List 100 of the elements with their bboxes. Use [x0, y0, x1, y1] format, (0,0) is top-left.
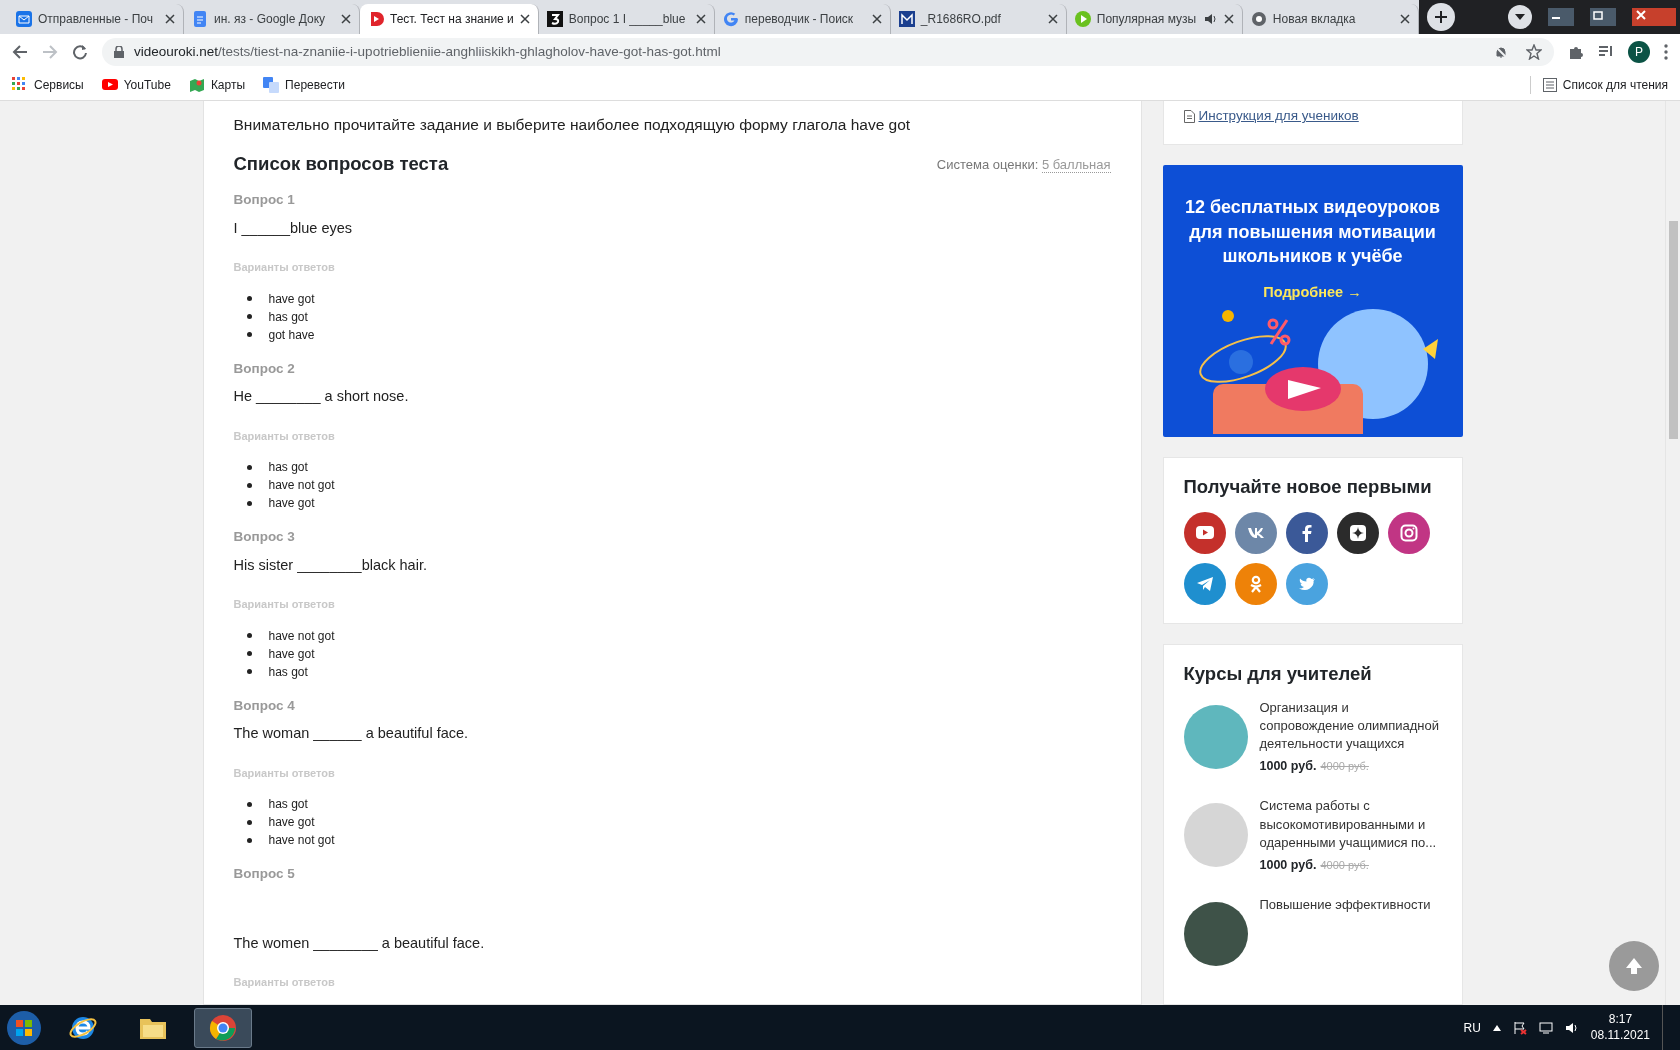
answer-option: has got — [268, 662, 308, 681]
muted-bell-icon[interactable] — [1494, 45, 1508, 59]
envelope-icon — [16, 11, 32, 27]
scrollbar[interactable] — [1665, 101, 1680, 1005]
more-link[interactable]: Подробнее → — [1263, 282, 1362, 304]
question-label: Вопрос 4 — [233, 696, 296, 715]
chrome-icon — [1250, 11, 1267, 27]
play-icon — [368, 11, 384, 27]
back-arrow-icon[interactable] — [12, 44, 28, 60]
speaker-icon[interactable] — [1564, 1020, 1579, 1035]
bullet-icon — [246, 482, 252, 488]
google-g-icon — [722, 11, 739, 27]
question-text: He ________ a short nose. — [233, 387, 410, 407]
close-button[interactable] — [1632, 8, 1676, 26]
social-heading: Получайте новое первыми — [1183, 475, 1433, 498]
paper-plane-icon — [1195, 574, 1214, 593]
browser-tab[interactable]: Тест. Тест на знание и — [360, 4, 539, 34]
restore-button[interactable] — [1590, 8, 1616, 26]
close-icon[interactable] — [519, 14, 530, 24]
promo-banner[interactable]: 12 бесплатных видеоуроков для повышения мотивации школьников к учёбе Подробнее → — [1162, 165, 1463, 437]
map-pin-icon — [188, 77, 205, 93]
question-label: Вопрос 2 — [233, 359, 296, 378]
answer-option: have got — [268, 289, 315, 308]
clock-time[interactable]: 8:17 — [1590, 1011, 1650, 1028]
profile-avatar[interactable]: P — [1628, 41, 1650, 63]
bookmark-link[interactable]: Перевести — [263, 76, 345, 94]
document-icon — [1183, 109, 1195, 123]
section-heading: Список вопросов теста — [233, 153, 449, 176]
reload-icon[interactable] — [72, 44, 88, 60]
close-icon[interactable] — [1399, 14, 1410, 24]
course-link[interactable]: Повышение эффективности — [1259, 896, 1431, 915]
question-label: Вопрос 1 — [233, 191, 296, 210]
reading-list-button[interactable]: Список для чтения — [1529, 76, 1668, 94]
list-icon — [1542, 78, 1557, 92]
tab-search-button[interactable] — [1508, 5, 1532, 29]
scrollbar-thumb[interactable] — [1669, 221, 1678, 439]
monitor-icon[interactable] — [1538, 1020, 1553, 1035]
close-icon[interactable] — [341, 14, 351, 24]
caret-up-icon[interactable] — [1492, 1024, 1501, 1031]
chrome-icon — [208, 1012, 238, 1043]
star-outline-icon[interactable] — [1526, 44, 1542, 60]
close-icon[interactable] — [1047, 14, 1058, 24]
language-indicator[interactable]: RU — [1463, 1018, 1481, 1037]
play-circle-icon — [1074, 11, 1091, 27]
grading-label: Система оценки: — [936, 156, 1040, 172]
close-icon[interactable] — [871, 14, 882, 24]
pdf-document-icon — [898, 11, 915, 27]
sparkle-icon — [1348, 523, 1367, 542]
question-text: His sister ________black hair. — [233, 555, 428, 575]
minimize-button[interactable] — [1548, 8, 1574, 26]
answer-option: have got — [268, 494, 315, 513]
question-text: I ______blue eyes — [233, 218, 353, 238]
question-text: The women ________ a beautiful face. — [233, 933, 486, 953]
question-label: Вопрос 3 — [233, 528, 296, 547]
document-icon — [192, 11, 208, 27]
play-button-icon — [101, 77, 118, 93]
apps-grid-icon — [12, 77, 28, 93]
close-icon[interactable] — [165, 14, 175, 24]
puzzle-piece-icon[interactable] — [1568, 44, 1584, 60]
number-tile-icon — [546, 11, 563, 27]
start-orb-icon[interactable] — [6, 1009, 42, 1046]
scroll-to-top-button[interactable] — [1609, 941, 1659, 991]
bullet-icon — [246, 332, 252, 338]
course-link[interactable]: Организация и сопровождение олимпиадной деятельности учащихся — [1259, 698, 1442, 754]
social-button[interactable] — [1285, 511, 1328, 554]
translate-icon — [263, 77, 280, 93]
answer-option: have got — [268, 813, 315, 832]
bullet-icon — [246, 500, 252, 506]
more-menu-icon[interactable] — [1664, 44, 1668, 60]
bookmark-link[interactable]: Карты — [188, 76, 246, 94]
address-field[interactable]: videouroki.net/tests/tiest-na-znaniie-i-upotrieblieniie-anghliiskikh-ghlagholov-have-got-has-got.html — [102, 38, 1554, 66]
clock-date[interactable]: 08.11.2021 — [1590, 1027, 1650, 1044]
answer-option: have not got — [268, 831, 335, 850]
answer-option: has got — [268, 458, 308, 477]
bullet-icon — [246, 819, 252, 825]
social-button[interactable] — [1336, 511, 1379, 554]
price: 1000 руб. — [1259, 858, 1317, 872]
flag-icon[interactable] — [1512, 1020, 1527, 1035]
bullet-icon — [246, 651, 252, 657]
answer-option: have not got — [268, 476, 335, 495]
instruction-link[interactable]: Инструкция для учеников — [1183, 106, 1442, 127]
close-icon[interactable] — [695, 14, 706, 24]
bullet-icon — [246, 801, 252, 807]
bullet-icon — [246, 314, 252, 320]
bullet-icon — [246, 669, 252, 675]
answer-option: got have — [268, 325, 315, 344]
bullet-icon — [246, 633, 252, 639]
bullet-icon — [246, 464, 252, 470]
caret-down-icon — [1515, 14, 1525, 20]
answer-option: has got — [268, 307, 308, 326]
answer-option: has got — [268, 795, 308, 814]
lock-icon — [114, 46, 124, 58]
intro-text: Внимательно прочитайте задание и выберите наиболее подходящую форму глагола have got — [233, 115, 912, 135]
course-link[interactable]: Система работы с высокомотивированными и одаренными учащимися по... — [1259, 797, 1442, 852]
play-icon — [1195, 523, 1214, 542]
bookmark-link[interactable]: YouTube — [101, 76, 171, 94]
close-icon[interactable] — [1223, 14, 1234, 24]
new-tab-button[interactable] — [1426, 3, 1455, 31]
bookmark-link[interactable]: Сервисы — [12, 76, 84, 94]
taskbar-app-button[interactable] — [194, 1007, 252, 1048]
